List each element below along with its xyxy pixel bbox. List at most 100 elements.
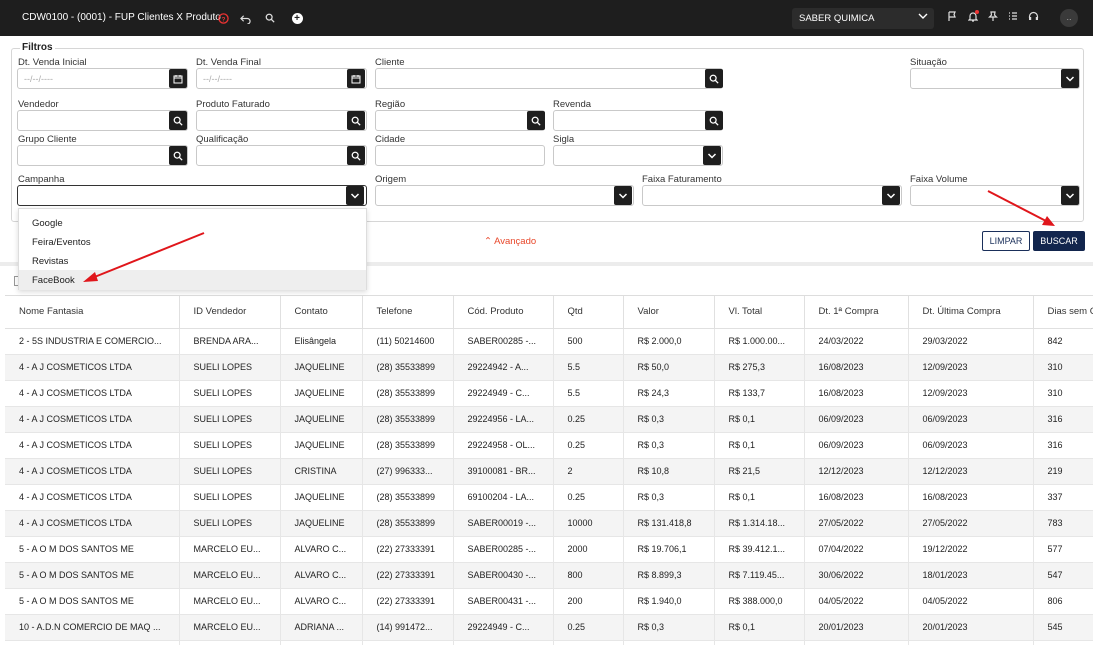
column-header[interactable]: Contato: [280, 296, 363, 329]
buscar-button[interactable]: BUSCAR: [1033, 231, 1085, 251]
table-cell: 316: [1033, 432, 1093, 459]
column-header[interactable]: Valor: [623, 296, 715, 329]
chevron-down-icon[interactable]: [1061, 69, 1079, 88]
table-cell: R$ 133,7: [714, 380, 805, 407]
search-icon[interactable]: [527, 111, 545, 130]
produto-faturado-input[interactable]: [196, 110, 367, 131]
qualificacao-input[interactable]: [196, 145, 367, 166]
cidade-input[interactable]: [375, 145, 545, 166]
chevron-down-icon[interactable]: [882, 186, 900, 205]
table-cell: [623, 640, 715, 645]
column-header[interactable]: Dt. Última Compra: [908, 296, 1034, 329]
revenda-input[interactable]: [553, 110, 723, 131]
sigla-label: Sigla: [553, 134, 575, 145]
table-row[interactable]: [5, 640, 1093, 645]
table-row[interactable]: 4 - A J COSMETICOS LTDA SUELI LOPES CRISTI…: [5, 458, 1093, 485]
add-icon[interactable]: +: [290, 11, 304, 25]
sigla-select[interactable]: [553, 145, 723, 166]
situacao-select[interactable]: [910, 68, 1080, 89]
calendar-icon[interactable]: [169, 69, 187, 88]
table-cell: R$ 0,1: [714, 406, 805, 433]
column-header[interactable]: Telefone: [362, 296, 454, 329]
table-cell: 12/09/2023: [908, 354, 1034, 381]
search-icon[interactable]: [263, 11, 277, 25]
table-row[interactable]: 2 - 5S INDUSTRIA E COMERCIO... BRENDA ARA…: [5, 328, 1093, 355]
limpar-button[interactable]: LIMPAR: [982, 231, 1030, 251]
column-header[interactable]: ID Vendedor: [179, 296, 281, 329]
column-header[interactable]: Vl. Total: [714, 296, 805, 329]
pin-icon[interactable]: [986, 11, 1000, 25]
faixa-volume-select[interactable]: [910, 185, 1080, 206]
dt-venda-final-input[interactable]: --/--/----: [196, 68, 367, 89]
advanced-toggle[interactable]: ⌃ Avançado: [484, 236, 536, 247]
table-cell: 5.5: [553, 380, 624, 407]
column-header[interactable]: Qtd: [553, 296, 624, 329]
chevron-down-icon[interactable]: [703, 146, 721, 165]
chevron-down-icon[interactable]: [346, 186, 364, 205]
grupo-cliente-input[interactable]: [17, 145, 188, 166]
table-cell: JAQUELINE: [280, 484, 363, 511]
table-row[interactable]: 10 - A.D.N COMERCIO DE MAQ ... MARCELO EU…: [5, 614, 1093, 641]
table-cell: R$ 275,3: [714, 354, 805, 381]
column-header[interactable]: Nome Fantasia: [5, 296, 180, 329]
table-cell: [179, 640, 281, 645]
table-cell: 10000: [553, 510, 624, 537]
table-cell: 16/08/2023: [804, 484, 909, 511]
campanha-select[interactable]: [17, 185, 367, 206]
dt-venda-inicial-input[interactable]: --/--/----: [17, 68, 188, 89]
faixa-faturamento-select[interactable]: [642, 185, 902, 206]
headset-icon[interactable]: [1026, 11, 1040, 25]
table-row[interactable]: 4 - A J COSMETICOS LTDA SUELI LOPES JAQUEL…: [5, 380, 1093, 407]
table-cell: 2000: [553, 536, 624, 563]
table-row[interactable]: 4 - A J COSMETICOS LTDA SUELI LOPES JAQUEL…: [5, 432, 1093, 459]
table-cell: 310: [1033, 380, 1093, 407]
produto-faturado-label: Produto Faturado: [196, 99, 270, 110]
chevron-down-icon[interactable]: [1061, 186, 1079, 205]
table-cell: (14) 991472...: [362, 614, 454, 641]
campanha-option[interactable]: FaceBook: [19, 270, 366, 290]
table-row[interactable]: 4 - A J COSMETICOS LTDA SUELI LOPES JAQUEL…: [5, 406, 1093, 433]
chevron-down-icon[interactable]: [614, 186, 632, 205]
table-cell: 20/01/2023: [908, 614, 1034, 641]
search-icon[interactable]: [705, 69, 723, 88]
campanha-option[interactable]: Revistas: [19, 251, 366, 271]
table-cell: (28) 35533899: [362, 406, 454, 433]
help-icon[interactable]: ?: [216, 11, 230, 25]
avatar[interactable]: ..: [1060, 9, 1078, 27]
table-cell: 27/05/2022: [908, 510, 1034, 537]
column-header[interactable]: Dias sem C: [1033, 296, 1093, 329]
column-header[interactable]: Cód. Produto: [453, 296, 554, 329]
table-row[interactable]: 5 - A O M DOS SANTOS ME MARCELO EU... ALVA…: [5, 562, 1093, 589]
window-title: CDW0100 - (0001) - FUP Clientes X Produt…: [22, 12, 221, 23]
table-cell: [714, 640, 805, 645]
table-cell: 842: [1033, 328, 1093, 355]
table-row[interactable]: 4 - A J COSMETICOS LTDA SUELI LOPES JAQUEL…: [5, 354, 1093, 381]
table-cell: 29224958 - OL...: [453, 432, 554, 459]
search-icon[interactable]: [347, 111, 365, 130]
calendar-icon[interactable]: [347, 69, 365, 88]
table-row[interactable]: 4 - A J COSMETICOS LTDA SUELI LOPES JAQUEL…: [5, 484, 1093, 511]
table-cell: (22) 27333391: [362, 536, 454, 563]
undo-icon[interactable]: [238, 11, 252, 25]
filters-legend: Filtros: [20, 42, 55, 53]
bell-icon[interactable]: [966, 10, 980, 25]
table-cell: 5.5: [553, 354, 624, 381]
regiao-input[interactable]: [375, 110, 545, 131]
campanha-option[interactable]: Feira/Eventos: [19, 232, 366, 252]
vendedor-input[interactable]: [17, 110, 188, 131]
cliente-input[interactable]: [375, 68, 723, 89]
flag-icon[interactable]: [945, 11, 959, 25]
list-icon[interactable]: [1006, 11, 1020, 25]
campanha-option[interactable]: Google: [19, 213, 366, 233]
search-icon[interactable]: [169, 146, 187, 165]
table-row[interactable]: 5 - A O M DOS SANTOS ME MARCELO EU... ALVA…: [5, 536, 1093, 563]
search-icon[interactable]: [347, 146, 365, 165]
search-icon[interactable]: [705, 111, 723, 130]
company-select[interactable]: SABER QUIMICA: [792, 8, 934, 29]
table-row[interactable]: 5 - A O M DOS SANTOS ME MARCELO EU... ALVA…: [5, 588, 1093, 615]
origem-select[interactable]: [375, 185, 634, 206]
search-icon[interactable]: [169, 111, 187, 130]
column-header[interactable]: Dt. 1ª Compra: [804, 296, 909, 329]
table-row[interactable]: 4 - A J COSMETICOS LTDA SUELI LOPES JAQUEL…: [5, 510, 1093, 537]
table-cell: 4 - A J COSMETICOS LTDA: [5, 432, 180, 459]
